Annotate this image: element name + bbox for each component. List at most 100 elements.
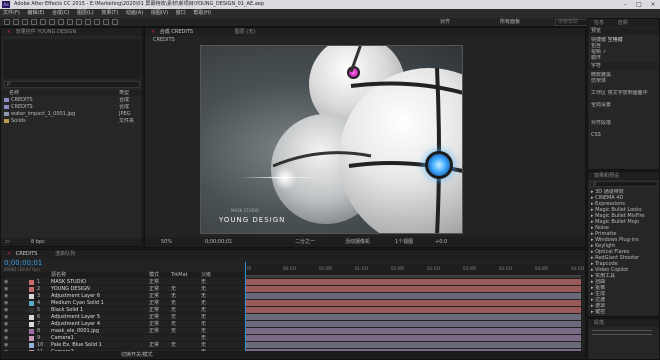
layer-name[interactable]: mask_ele_0001.jpg [51,328,99,335]
layer-label-color[interactable] [29,343,34,348]
visibility-eye-icon[interactable]: ◉ [4,321,8,328]
visibility-eye-icon[interactable]: ◉ [4,328,8,335]
layer-parent[interactable]: 无 [201,335,206,342]
visibility-eye-icon[interactable]: ◉ [4,342,8,349]
layer-name[interactable]: MASK STUDIO [51,279,86,286]
visibility-eye-icon[interactable]: ◉ [4,300,8,307]
layer-trkmat[interactable]: 无 [171,328,176,335]
layer-parent[interactable]: 无 [201,300,206,307]
close-tab-icon[interactable]: × [7,251,11,257]
character-option[interactable]: 全局设置 [588,102,659,108]
work-area-bar[interactable] [245,276,581,278]
layer-duration-bar[interactable] [245,314,581,320]
layer-label-color[interactable] [29,301,34,306]
menu-composition[interactable]: 合成(C) [52,10,69,16]
zoom-dropdown[interactable]: 50% [161,237,172,247]
preview-tab[interactable]: 预览 [588,28,659,35]
layer-parent[interactable]: 无 [201,328,206,335]
menu-animation[interactable]: 动画(A) [126,10,143,16]
paragraph-option[interactable]: 对齐段落 [588,120,659,126]
layer-row[interactable]: ◉ 10 Pale Ex. Blue Solid 1 正常 无 无 [1,342,243,349]
layer-mode[interactable]: 正常 [149,321,159,328]
menu-help[interactable]: 帮助(H) [193,10,211,16]
layer-label-color[interactable] [29,280,34,285]
effects-category-item[interactable]: ▸ 键控 [588,309,659,315]
layer-trkmat[interactable]: 无 [171,286,176,293]
css-option[interactable]: CSS [588,132,659,138]
list-item[interactable]: CREDITS 合成 [1,97,142,103]
layer-mode[interactable]: 正常 [149,314,159,321]
layer-label-color[interactable] [29,336,34,341]
tab-composition[interactable]: 合成 CREDITS [160,29,193,35]
tab-render-queue[interactable]: 渲染队列 [55,251,75,257]
layer-name[interactable]: Black Solid 1 [51,307,83,314]
layer-mode[interactable]: 正常 [149,293,159,300]
layer-trkmat[interactable]: 无 [171,321,176,328]
pan-behind-tool-icon[interactable] [49,19,55,25]
layer-duration-bar[interactable] [245,321,581,327]
composition-viewer[interactable]: MASK STUDIO YOUNG DESIGN [200,45,463,234]
layer-row[interactable]: ◉ 8 mask_ele_0001.jpg 正常 无 无 [1,328,243,335]
workspace-selector[interactable]: 所有面板 [500,19,520,26]
layer-row[interactable]: ◉ 1 MASK STUDIO 正常 无 [1,279,243,286]
layer-trkmat[interactable]: 无 [171,314,176,321]
exposure-offset[interactable]: +0.0 [435,237,447,247]
close-tab-icon[interactable]: × [7,29,11,35]
list-item[interactable]: water_impact_1_0001.jpg JPEG [1,111,142,117]
minimize-button[interactable]: – [618,0,632,9]
visibility-eye-icon[interactable]: ◉ [4,279,8,286]
visibility-eye-icon[interactable]: ◉ [4,286,8,293]
close-tab-icon[interactable]: × [151,29,155,35]
layer-label-color[interactable] [29,315,34,320]
layer-name[interactable]: Adjustment Layer 5 [51,314,100,321]
layer-row[interactable]: ◉ 9 Camera1 无 [1,335,243,342]
tab-timeline-credits[interactable]: CREDITS [16,251,38,257]
layer-parent[interactable]: 无 [201,342,206,349]
resolution-dropdown[interactable]: 二分之一 [295,237,315,247]
align-label[interactable]: 对齐 [440,19,450,26]
layer-parent[interactable]: 无 [201,307,206,314]
layer-parent[interactable]: 无 [201,321,206,328]
tab-layer[interactable]: 图层 (无) [235,29,256,35]
layer-label-color[interactable] [29,322,34,327]
visibility-eye-icon[interactable]: ◉ [4,314,8,321]
eraser-tool-icon[interactable] [103,19,109,25]
tab-effect-controls[interactable]: 效果控件 YOUNG DESIGN [16,29,76,35]
column-type[interactable]: 类型 [119,90,129,96]
layer-row[interactable]: ◉ 5 Black Solid 1 正常 无 无 [1,307,243,314]
brush-tool-icon[interactable] [85,19,91,25]
camera-dropdown[interactable]: 活动摄像机 [345,237,370,247]
layer-name[interactable]: Camera1 [51,335,74,342]
layer-mode[interactable]: 正常 [149,307,159,314]
layer-row[interactable]: ◉ 3 Adjustment Layer 6 正常 无 无 [1,293,243,300]
layer-name[interactable]: Adjustment Layer 4 [51,321,100,328]
zoom-tool-icon[interactable] [22,19,28,25]
layer-trkmat[interactable]: 无 [171,300,176,307]
column-mode[interactable]: 模式 [149,272,159,278]
paragraph-tab[interactable]: 段落 [588,319,659,327]
puppet-tool-icon[interactable] [112,19,118,25]
layer-row[interactable]: ◉ 4 Medium Cyan Solid 1 正常 无 无 [1,300,243,307]
layer-label-color[interactable] [29,294,34,299]
layer-parent[interactable]: 无 [201,293,206,300]
pen-tool-icon[interactable] [67,19,73,25]
layer-label-color[interactable] [29,329,34,334]
layer-mode[interactable]: 正常 [149,279,159,286]
layer-name[interactable]: Pale Ex. Blue Solid 1 [51,342,102,349]
menu-edit[interactable]: 编辑(E) [27,10,44,16]
list-item[interactable]: CREDITS 合成 [1,104,142,110]
layer-trkmat[interactable]: 无 [171,342,176,349]
menu-view[interactable]: 视图(V) [151,10,168,16]
column-trkmat[interactable]: TrkMat [171,272,188,278]
layer-trkmat[interactable]: 无 [171,307,176,314]
layer-duration-bar[interactable] [245,293,581,299]
camera-tool-icon[interactable] [40,19,46,25]
menu-window[interactable]: 窗口 [176,10,186,16]
clone-tool-icon[interactable] [94,19,100,25]
layer-name[interactable]: Medium Cyan Solid 1 [51,300,104,307]
playhead[interactable] [245,262,246,352]
layer-row[interactable]: ◉ 7 Adjustment Layer 4 正常 无 无 [1,321,243,328]
effects-search-input[interactable]: ρ [590,181,658,187]
layer-duration-bar[interactable] [245,328,581,334]
tab-audio[interactable]: 音频 [618,20,628,26]
